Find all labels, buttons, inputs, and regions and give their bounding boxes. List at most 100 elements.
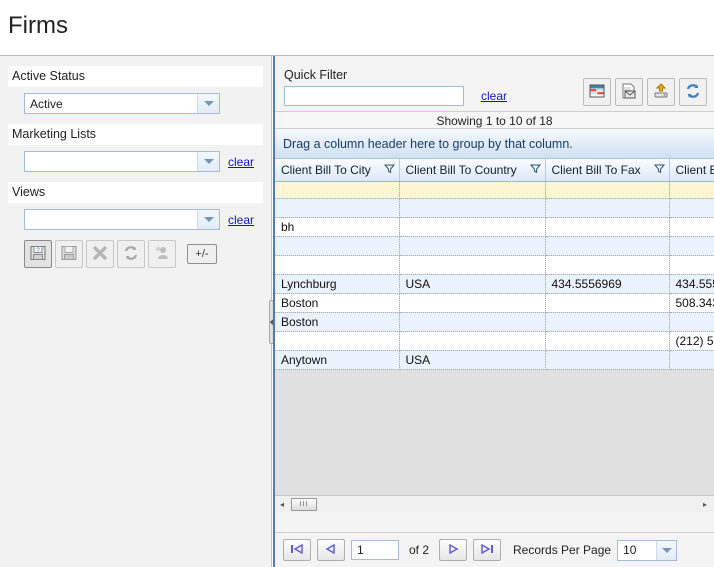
record-count-status: Showing 1 to 10 of 18 xyxy=(275,111,714,129)
share-view-button[interactable] xyxy=(148,240,176,268)
cell xyxy=(669,198,714,218)
section-label-views: Views xyxy=(8,182,263,203)
grid-body: bh Lynchburg USA 434.5556969 434.55 Bost… xyxy=(275,181,714,370)
floppy-icon xyxy=(60,244,78,265)
cell xyxy=(669,236,714,256)
table-row[interactable] xyxy=(275,236,714,256)
first-page-button[interactable] xyxy=(283,539,311,561)
save-as-view-button[interactable]: ? xyxy=(24,240,52,268)
previous-page-button[interactable] xyxy=(317,539,345,561)
filter-sidebar: Active Status Active Marketing Lists cle… xyxy=(0,56,272,567)
chevron-down-icon[interactable] xyxy=(197,210,219,229)
table-row[interactable] xyxy=(275,198,714,218)
filter-cell[interactable] xyxy=(275,181,400,199)
filter-cell[interactable] xyxy=(669,181,714,199)
refresh-blue-icon xyxy=(684,82,702,103)
total-pages-label: of 2 xyxy=(409,543,430,557)
last-page-button[interactable] xyxy=(473,539,502,561)
user-share-icon xyxy=(153,244,171,265)
refresh-view-button[interactable] xyxy=(117,240,145,268)
cell: USA xyxy=(399,350,546,370)
cell xyxy=(545,331,670,351)
column-header-label: Client Bill To Country xyxy=(405,162,517,177)
section-label-active-status: Active Status xyxy=(8,66,263,87)
delete-view-button[interactable] xyxy=(86,240,114,268)
quick-filter-block: Quick Filter clear xyxy=(275,56,714,111)
records-per-page-label: Records Per Page xyxy=(513,543,612,557)
chevron-down-icon[interactable] xyxy=(197,152,219,171)
cell xyxy=(545,217,670,237)
cell xyxy=(545,236,670,256)
cell xyxy=(275,331,400,351)
cell xyxy=(399,217,546,237)
quick-filter-input[interactable] xyxy=(284,86,464,106)
filter-funnel-icon[interactable] xyxy=(653,163,665,177)
chevron-down-icon[interactable] xyxy=(656,540,677,560)
cell: Boston xyxy=(275,312,400,332)
save-view-button[interactable] xyxy=(55,240,83,268)
refresh-icon xyxy=(122,244,140,265)
column-header-client-bill-to-country[interactable]: Client Bill To Country xyxy=(399,159,546,182)
views-select[interactable] xyxy=(24,209,220,230)
filter-cell[interactable] xyxy=(399,181,546,199)
document-envelope-icon xyxy=(620,82,638,103)
cell xyxy=(669,312,714,332)
filter-cell[interactable] xyxy=(545,181,670,199)
grid-view-button[interactable] xyxy=(583,78,611,106)
grid-scroll-area: Drag a column header here to group by th… xyxy=(275,129,714,512)
floppy-question-icon: ? xyxy=(29,244,47,265)
export-upload-icon xyxy=(652,82,670,103)
next-page-icon xyxy=(445,543,461,558)
table-row[interactable] xyxy=(275,255,714,275)
app-root: Firms Active Status Active Marketing Lis… xyxy=(0,0,714,567)
cell: Lynchburg xyxy=(275,274,400,294)
column-header-client-bill-to-fax[interactable]: Client Bill To Fax xyxy=(545,159,670,182)
cell: (212) 555 xyxy=(669,331,714,351)
scroll-right-arrow-icon[interactable]: ▸ xyxy=(698,500,712,509)
table-row[interactable]: Lynchburg USA 434.5556969 434.555.2 xyxy=(275,274,714,294)
table-row[interactable]: bh xyxy=(275,217,714,237)
table-row[interactable]: (212) 555 xyxy=(275,331,714,351)
table-row[interactable]: Boston xyxy=(275,312,714,332)
scrollbar-thumb[interactable]: III xyxy=(291,497,317,511)
column-header-client-bill-to-city[interactable]: Client Bill To City xyxy=(275,159,400,182)
column-header-client-bill-partial[interactable]: Client Bil xyxy=(669,159,714,182)
table-row[interactable]: Anytown USA xyxy=(275,350,714,370)
cell xyxy=(545,198,670,218)
export-button[interactable] xyxy=(647,78,675,106)
cell: 434.5556969 xyxy=(545,274,670,294)
clear-quick-filter-link[interactable]: clear xyxy=(481,89,507,103)
horizontal-scrollbar[interactable]: ◂ III ▸ xyxy=(275,495,714,512)
grid-filter-row[interactable] xyxy=(275,181,714,199)
records-per-page-select[interactable]: 10 xyxy=(617,539,678,561)
pagination-bar: 1 of 2 Records Per Page 10 xyxy=(275,532,714,567)
cell xyxy=(669,350,714,370)
marketing-lists-select[interactable] xyxy=(24,151,220,172)
cell xyxy=(545,350,670,370)
data-grid: Client Bill To City Client Bill To Count… xyxy=(275,159,714,370)
filter-funnel-icon[interactable] xyxy=(383,163,395,177)
chevron-down-icon[interactable] xyxy=(197,94,219,113)
last-page-icon xyxy=(479,543,495,558)
filter-funnel-icon[interactable] xyxy=(529,163,541,177)
mail-merge-button[interactable] xyxy=(615,78,643,106)
cell: Boston xyxy=(275,293,400,313)
cell xyxy=(399,312,546,332)
clear-marketing-lists-link[interactable]: clear xyxy=(228,155,254,169)
table-row[interactable]: Boston 508.343.2 xyxy=(275,293,714,313)
clear-views-link[interactable]: clear xyxy=(228,213,254,227)
cell: bh xyxy=(275,217,400,237)
toggle-filters-button[interactable]: +/- xyxy=(187,244,217,264)
refresh-grid-button[interactable] xyxy=(679,78,707,106)
records-per-page-value: 10 xyxy=(623,543,637,557)
column-header-label: Client Bill To City xyxy=(281,162,371,177)
cell: 434.555.2 xyxy=(669,274,714,294)
active-status-value: Active xyxy=(30,96,63,111)
scroll-left-arrow-icon[interactable]: ◂ xyxy=(275,500,289,509)
cell xyxy=(545,312,670,332)
page-number-input[interactable]: 1 xyxy=(351,540,399,560)
group-by-dropzone[interactable]: Drag a column header here to group by th… xyxy=(275,129,714,159)
active-status-select[interactable]: Active xyxy=(24,93,220,114)
cell xyxy=(275,198,400,218)
next-page-button[interactable] xyxy=(439,539,468,561)
